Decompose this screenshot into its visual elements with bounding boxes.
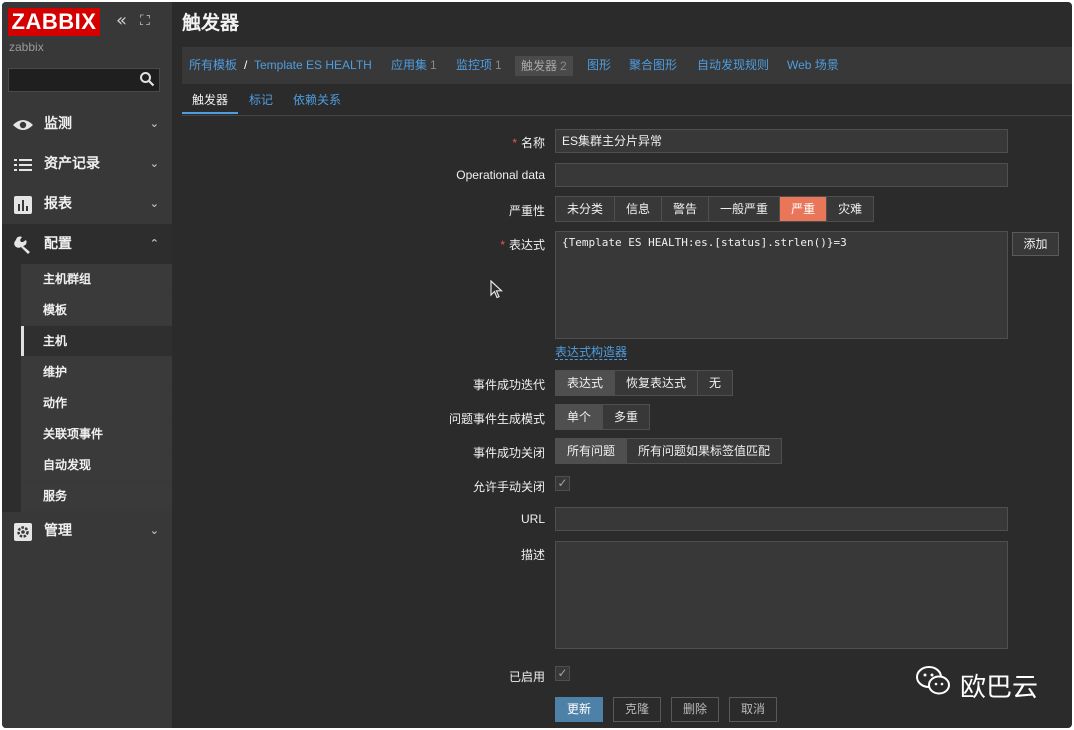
name-label: * 名称 [512,136,545,150]
ok-event-label: 事件成功迭代 [472,378,545,392]
breadcrumb-separator: / [244,58,248,72]
mode-multiple[interactable]: 多重 [603,405,649,429]
cancel-button[interactable]: 取消 [729,697,777,722]
sidebar: ZABBIX « ⛶ zabbix 监测 ⌄ 资产记录 ⌄ 报表 ⌄ 配置 ⌃ … [2,2,172,728]
enabled-checkbox[interactable]: ✓ [555,666,570,681]
breadcrumb-discovery-rules[interactable]: 自动发现规则 [697,47,769,84]
watermark: 欧巴云 [914,664,1038,704]
severity-high[interactable]: 严重 [780,197,828,221]
mouse-cursor-icon [490,280,504,299]
description-textarea[interactable] [555,541,1008,649]
kiosk-mode-icon[interactable]: ⛶ [140,11,150,31]
delete-button[interactable]: 删除 [671,697,719,722]
breadcrumb-all-templates[interactable]: 所有模板 [189,47,237,84]
ok-close-label: 事件成功关闭 [472,446,545,460]
ok-event-selector: 表达式 恢复表达式 无 [555,370,734,396]
ok-close-selector: 所有问题 所有问题如果标签值匹配 [555,438,783,464]
breadcrumb-triggers[interactable]: 触发器 2 [515,56,573,76]
url-input[interactable] [555,507,1008,531]
opdata-label: Operational data [456,168,545,182]
url-label: URL [520,512,545,526]
close-tag-match[interactable]: 所有问题如果标签值匹配 [627,439,781,463]
add-expression-button[interactable]: 添加 [1012,232,1059,256]
zabbix-logo[interactable]: ZABBIX [8,8,100,36]
manual-close-label: 允许手动关闭 [472,480,545,494]
breadcrumb-items[interactable]: 监控项 1 [456,47,502,84]
form-tabs: 触发器 标记 依赖关系 [182,88,1072,116]
operational-data-input[interactable] [555,163,1008,187]
ok-event-none[interactable]: 无 [698,371,732,395]
expression-label: * 表达式 [500,238,545,252]
submenu-templates[interactable]: 模板 [21,295,172,325]
severity-label: 严重性 [508,204,545,218]
clone-button[interactable]: 克隆 [613,697,661,722]
watermark-text: 欧巴云 [960,673,1039,703]
sidebar-search-input[interactable] [8,68,160,92]
tab-trigger[interactable]: 触发器 [182,88,239,114]
submenu-hosts[interactable]: 主机 [21,326,172,356]
manual-close-checkbox[interactable]: ✓ [555,476,570,491]
ok-event-recovery-expression[interactable]: 恢复表达式 [615,371,699,395]
name-input[interactable]: ES集群主分片异常 [555,129,1008,153]
close-all-problems[interactable]: 所有问题 [556,439,628,463]
description-label: 描述 [520,548,545,562]
enabled-label: 已启用 [508,670,545,684]
expression-textarea[interactable]: {Template ES HEALTH:es.[status].strlen()… [555,231,1008,339]
expression-builder-link[interactable]: 表达式构造器 [555,345,628,360]
problem-mode-selector: 单个 多重 [555,404,651,430]
server-name: zabbix [9,40,44,54]
severity-disaster[interactable]: 灾难 [827,197,873,221]
breadcrumb-web-scenarios[interactable]: Web 场景 [787,47,839,84]
ok-event-expression[interactable]: 表达式 [556,371,616,395]
page-title: 触发器 [182,12,240,34]
breadcrumb-graphs[interactable]: 图形 [587,47,611,84]
severity-not-classified[interactable]: 未分类 [556,197,616,221]
severity-warning[interactable]: 警告 [662,197,710,221]
app-window: ZABBIX « ⛶ zabbix 监测 ⌄ 资产记录 ⌄ 报表 ⌄ 配置 ⌃ … [2,2,1072,728]
tab-tags[interactable]: 标记 [249,88,273,112]
update-button[interactable]: 更新 [555,697,603,722]
collapse-sidebar-icon[interactable]: « [116,11,127,31]
breadcrumb-screens[interactable]: 聚合图形 [629,47,677,84]
search-icon[interactable] [139,71,155,91]
mode-label: 问题事件生成模式 [448,412,545,426]
breadcrumb-applications[interactable]: 应用集 1 [391,47,437,84]
breadcrumb: 所有模板 / Template ES HEALTH 应用集 1 监控项 1 触发器 2… [182,47,1072,84]
mode-single[interactable]: 单个 [556,405,604,429]
severity-selector: 未分类 信息 警告 一般严重 严重 灾难 [555,196,875,222]
severity-average[interactable]: 一般严重 [709,197,781,221]
tab-dependencies[interactable]: 依赖关系 [293,88,341,112]
breadcrumb-template[interactable]: Template ES HEALTH [254,47,372,84]
submenu-host-groups[interactable]: 主机群组 [21,264,172,294]
severity-information[interactable]: 信息 [615,197,663,221]
wechat-icon [916,666,950,695]
